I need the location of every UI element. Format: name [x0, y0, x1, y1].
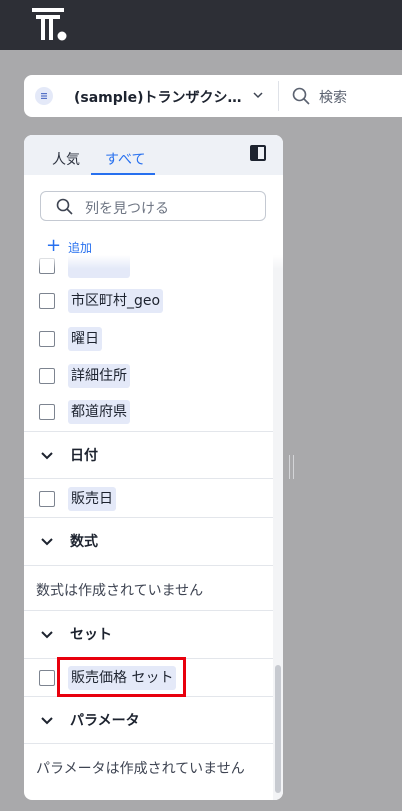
add-label: 追加	[68, 241, 93, 255]
search-input[interactable]: 検索	[319, 87, 347, 107]
column-name: 都道府県	[68, 400, 130, 424]
active-tab-indicator	[91, 173, 155, 175]
column-checkbox[interactable]	[39, 404, 55, 420]
column-checkbox[interactable]	[39, 368, 55, 384]
column-checkbox[interactable]	[39, 670, 55, 686]
list-item[interactable]: 市区町村_geo	[24, 284, 273, 318]
chevron-down-icon	[41, 631, 53, 639]
section-formula-header[interactable]: 数式	[24, 521, 273, 561]
scrollbar-thumb[interactable]	[275, 665, 281, 793]
column-name: 販売価格 セット	[68, 666, 177, 690]
chevron-down-icon	[41, 717, 53, 725]
chevron-down-icon	[41, 452, 53, 460]
list-item[interactable]: 曜日	[24, 322, 273, 356]
column-list: 市区町村_geo 曜日 詳細住所 都道府県 日付 販売日 数式 数式は作成されて…	[24, 255, 283, 800]
column-name: 販売日	[68, 487, 116, 511]
panel-tabs: 人気 すべて	[24, 135, 283, 175]
section-date-header[interactable]: 日付	[24, 435, 273, 475]
divider	[24, 517, 273, 518]
thoughtspot-logo[interactable]	[32, 8, 68, 42]
divider	[24, 431, 273, 432]
list-item[interactable]: 都道府県	[24, 395, 273, 429]
panel-resize-handle[interactable]	[289, 455, 297, 479]
plus-icon: +	[46, 235, 62, 256]
divider	[24, 658, 273, 659]
column-checkbox[interactable]	[39, 293, 55, 309]
divider	[24, 565, 273, 566]
data-panel: 人気 すべて 列を見つける + 追加 市区町村_geo 曜日 詳細住所 都道府県…	[24, 135, 283, 800]
column-name: 曜日	[68, 327, 102, 351]
panel-collapse-icon[interactable]	[250, 145, 266, 161]
column-search-placeholder: 列を見つける	[85, 201, 169, 217]
divider	[24, 743, 273, 744]
list-item[interactable]: 販売日	[24, 482, 273, 516]
section-label: 数式	[70, 534, 98, 550]
list-item[interactable]: 販売価格 セット	[24, 661, 273, 695]
formula-empty-text: 数式は作成されていません	[36, 583, 204, 599]
top-nav-bar	[0, 0, 402, 50]
search-icon	[56, 198, 73, 215]
divider	[24, 696, 273, 697]
column-name: 詳細住所	[68, 364, 130, 388]
divider	[278, 81, 279, 111]
section-label: 日付	[70, 448, 98, 464]
section-label: パラメータ	[70, 713, 140, 729]
section-set-header[interactable]: セット	[24, 614, 273, 654]
divider	[24, 610, 273, 611]
tab-all[interactable]: すべて	[105, 149, 145, 169]
chevron-down-icon	[41, 538, 53, 546]
section-label: セット	[70, 627, 112, 643]
column-checkbox[interactable]	[39, 331, 55, 347]
column-search-input[interactable]: 列を見つける	[40, 191, 266, 221]
data-source-bar: (sample)トランザクシ… 検索	[24, 75, 402, 117]
tab-popular[interactable]: 人気	[52, 149, 80, 169]
chevron-down-icon[interactable]	[252, 89, 264, 101]
parameter-empty-text: パラメータは作成されていません	[36, 761, 245, 777]
section-parameter-header[interactable]: パラメータ	[24, 700, 273, 740]
list-item[interactable]: 詳細住所	[24, 359, 273, 393]
column-checkbox[interactable]	[39, 491, 55, 507]
column-name: 市区町村_geo	[68, 289, 164, 313]
sources-menu-icon[interactable]	[35, 87, 53, 105]
search-icon	[292, 87, 310, 105]
divider	[24, 478, 273, 479]
data-source-name[interactable]: (sample)トランザクシ…	[74, 87, 241, 107]
